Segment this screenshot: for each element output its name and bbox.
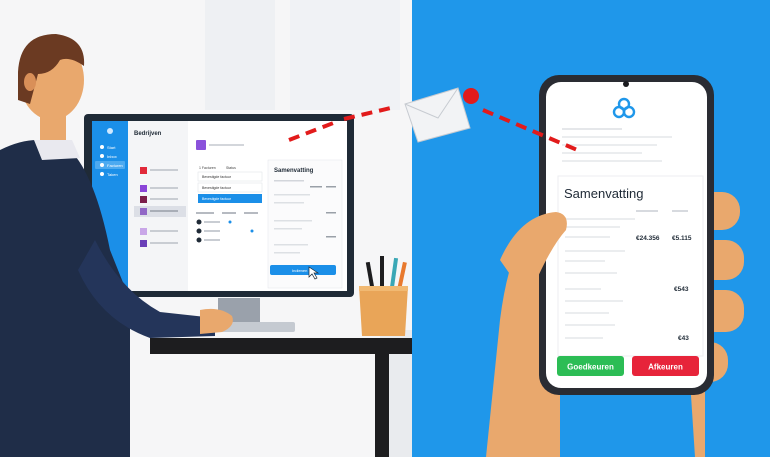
desktop-panel-title: Bedrijven [134,131,162,137]
invoice-row-selected[interactable]: Bevestigde factuur [198,194,262,203]
front-camera-icon [623,81,629,87]
desktop-tab-facturen[interactable]: 1 Facturen [199,166,216,170]
amount-total: €24.356 [636,235,660,242]
invoice-row[interactable]: Bevestigde factuur [197,182,263,193]
svg-text:Taken: Taken [107,172,118,177]
svg-text:Bevestigde factuur: Bevestigde factuur [202,186,232,190]
desktop-summary-title: Samenvatting [274,168,314,174]
svg-text:Inbox: Inbox [107,154,117,159]
amount-line-2: €43 [678,335,689,342]
sidebar-item-facturen[interactable]: Facturen [95,161,125,169]
reject-button[interactable]: Afkeuren [632,356,699,376]
desktop-submit-button[interactable]: Indienen [270,265,336,275]
phone-summary-title: Samenvatting [564,186,644,201]
desk [150,338,412,354]
office-scene: Start Inbox Facturen Taken Bedrijven 1 F… [0,0,412,457]
svg-text:Bevestigde factuur: Bevestigde factuur [202,175,232,179]
svg-text:Bevestigde factuur: Bevestigde factuur [202,197,232,201]
svg-text:Facturen: Facturen [107,163,123,168]
phone-summary-card [557,175,704,357]
svg-text:Afkeuren: Afkeuren [648,363,683,372]
approve-button[interactable]: Goedkeuren [557,356,624,376]
smartphone: Samenvatting €24.356 €5.115 €543 €43 Goe… [539,75,714,395]
desktop-tab-status[interactable]: Status [226,166,236,170]
amount-vat: €5.115 [672,235,692,242]
svg-text:Start: Start [107,145,116,150]
notification-dot [463,88,479,104]
svg-text:Indienen: Indienen [292,268,307,273]
invoice-row[interactable]: Bevestigde factuur [197,171,263,182]
illustration: Start Inbox Facturen Taken Bedrijven 1 F… [0,0,770,457]
monitor: Start Inbox Facturen Taken Bedrijven 1 F… [84,114,354,297]
app-logo-icon [107,128,113,134]
svg-text:Goedkeuren: Goedkeuren [567,363,614,372]
amount-line-1: €543 [674,286,689,293]
